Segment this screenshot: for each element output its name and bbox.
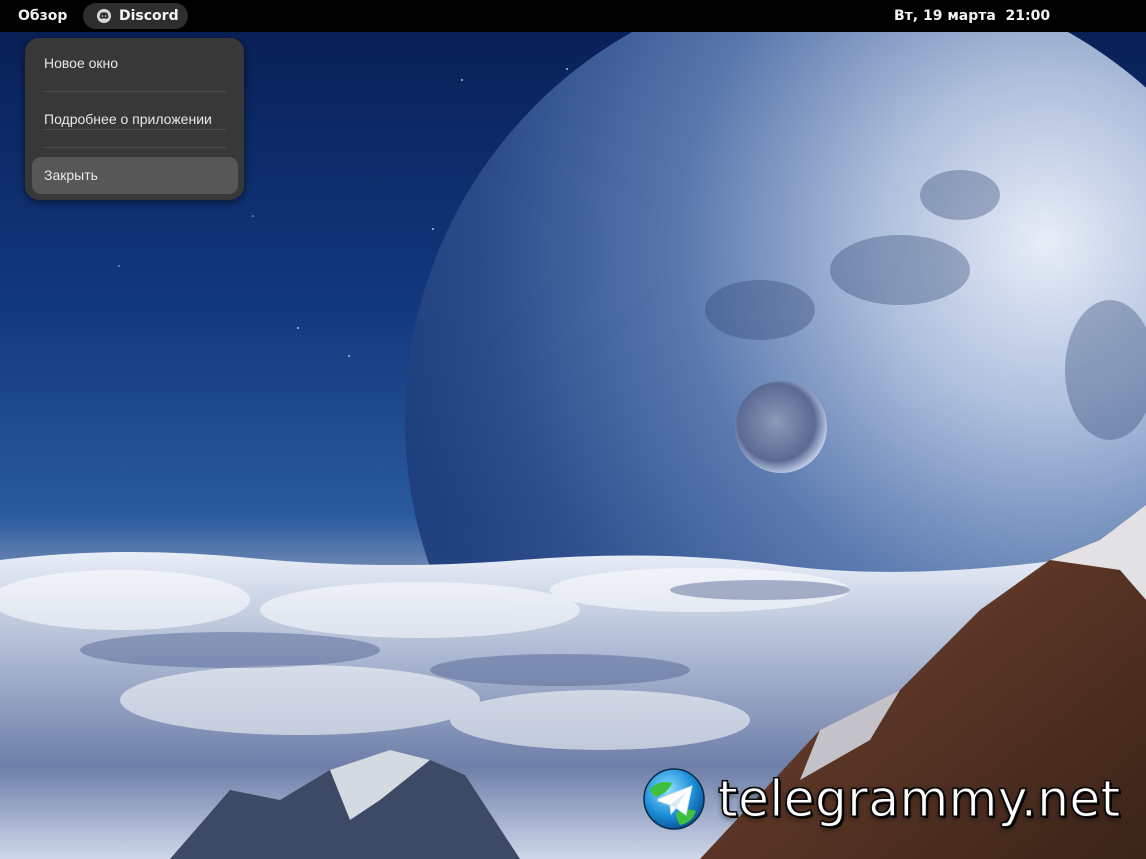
app-menu-label: Discord — [119, 8, 179, 24]
menu-item-close[interactable]: Закрыть — [32, 157, 238, 194]
menu-separator — [44, 91, 226, 92]
discord-icon — [97, 9, 111, 23]
activities-button[interactable]: Обзор — [8, 3, 77, 29]
desktop: Обзор Discord Вт, 19 марта 21:00 Новое о… — [0, 0, 1146, 859]
clock[interactable]: Вт, 19 марта 21:00 — [884, 3, 1060, 29]
menu-item-new-window[interactable]: Новое окно — [32, 45, 238, 82]
top-bar: Обзор Discord Вт, 19 марта 21:00 — [0, 0, 1146, 32]
menu-item-app-details[interactable]: Подробнее о приложении — [32, 101, 238, 138]
watermark-text: telegrammy.net — [718, 770, 1121, 829]
app-menu-button[interactable]: Discord — [83, 3, 188, 29]
telegram-globe-logo — [643, 768, 705, 830]
watermark: telegrammy.net — [642, 766, 1121, 832]
app-menu-popup: Новое окно Подробнее о приложении Закрыт… — [25, 38, 244, 200]
menu-separator — [44, 147, 226, 148]
